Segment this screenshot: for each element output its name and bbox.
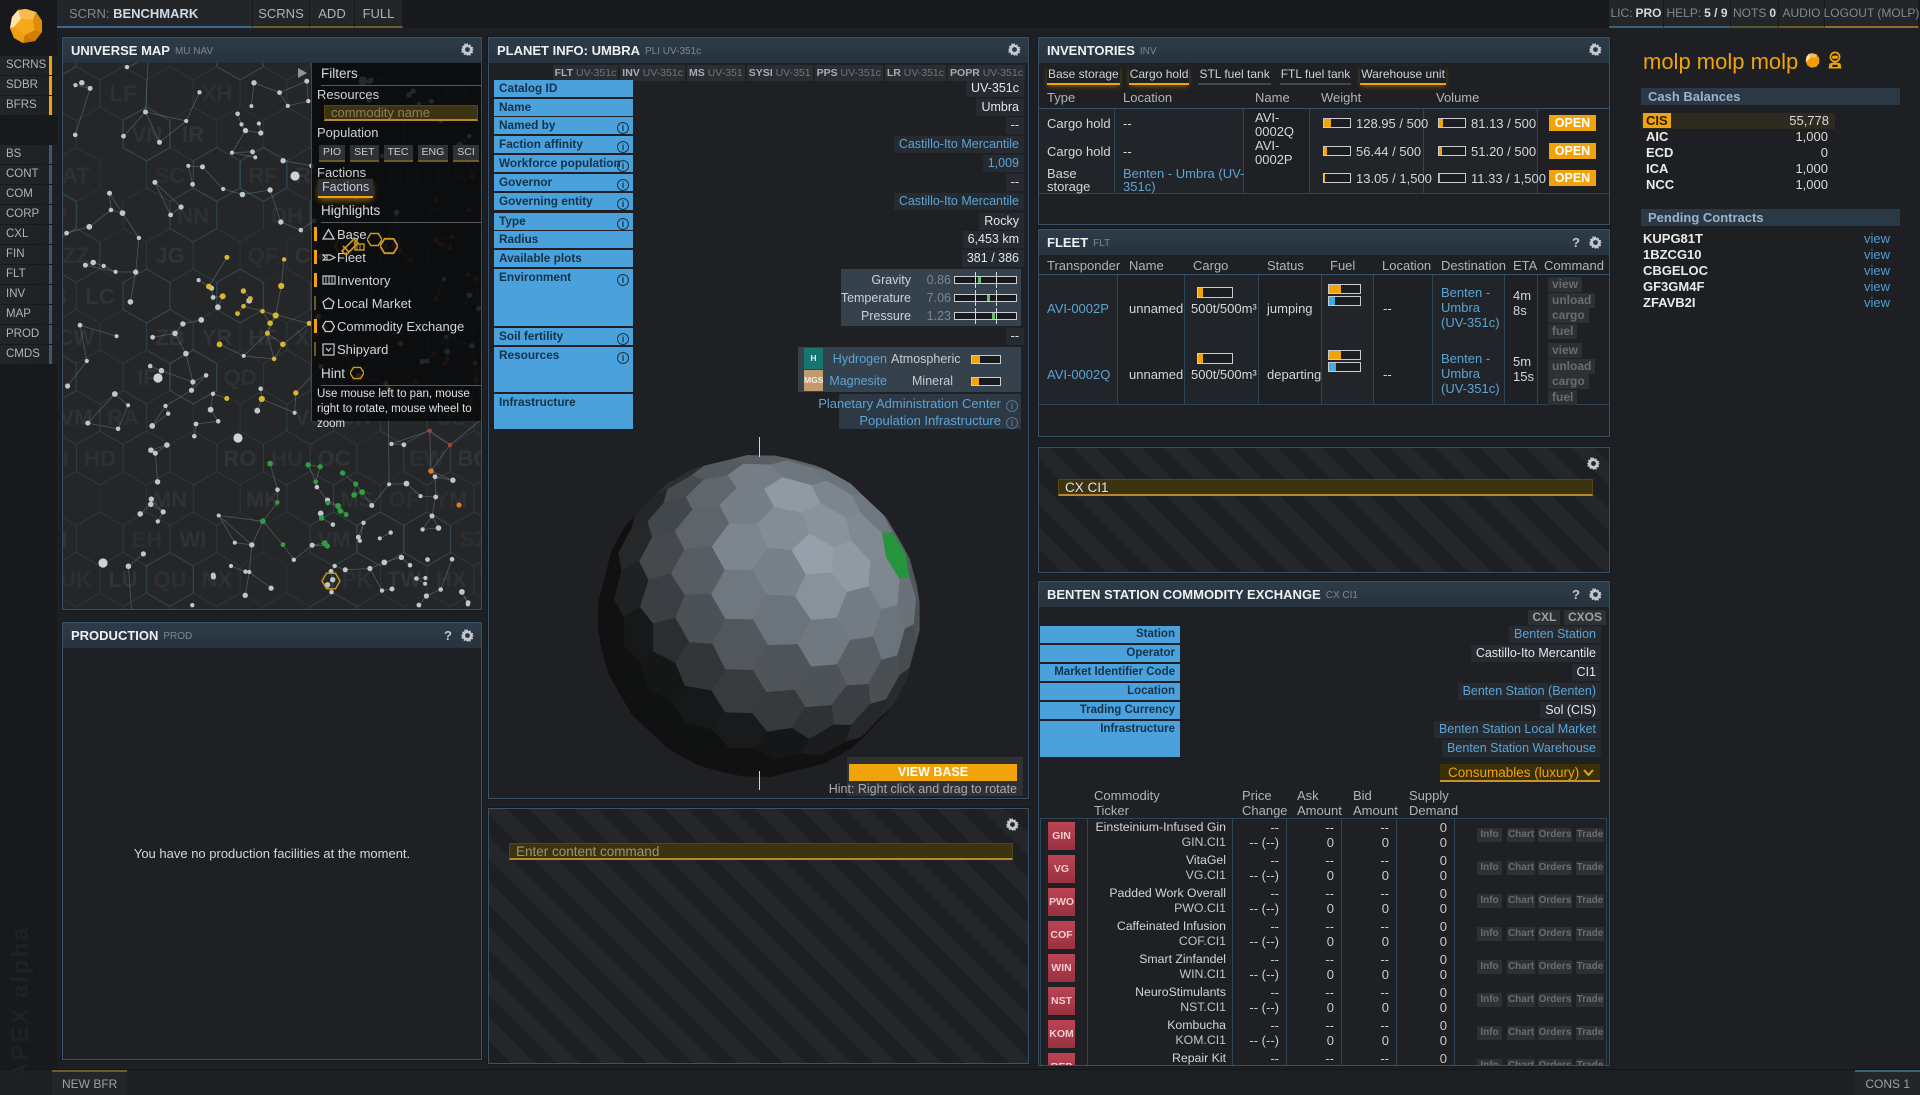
svg-text:UK: UK	[63, 567, 92, 592]
svg-text:CM: CM	[457, 608, 481, 609]
svg-text:HE: HE	[63, 63, 68, 66]
svg-text:VM: VM	[63, 405, 93, 430]
svg-text:LH: LH	[63, 527, 68, 552]
svg-text:RO: RO	[224, 446, 257, 471]
svg-text:LU: LU	[108, 567, 137, 592]
svg-text:EW: EW	[409, 446, 445, 471]
svg-text:VP: VP	[63, 203, 68, 228]
svg-text:MN: MN	[153, 487, 187, 512]
svg-text:YM: YM	[435, 487, 468, 512]
svg-text:NB: NB	[84, 63, 116, 66]
svg-text:HD: HD	[84, 446, 116, 471]
svg-text:TS: TS	[63, 284, 67, 309]
svg-text:VM: VM	[318, 527, 351, 552]
svg-text:XS: XS	[225, 608, 254, 609]
svg-text:YR: YR	[202, 325, 233, 350]
svg-text:MS: MS	[341, 487, 374, 512]
svg-text:QD: QD	[224, 365, 257, 390]
svg-text:QU: QU	[154, 567, 187, 592]
svg-text:LC: LC	[85, 284, 114, 309]
svg-text:ZB: ZB	[155, 325, 184, 350]
svg-text:XH: XH	[202, 81, 233, 106]
svg-text:XR: XR	[85, 608, 116, 609]
svg-text:CW: CW	[63, 325, 95, 350]
svg-text:MK: MK	[246, 487, 280, 512]
svg-text:LF: LF	[110, 81, 137, 106]
svg-text:EH: EH	[132, 527, 163, 552]
svg-text:WI: WI	[180, 527, 207, 552]
svg-text:YP: YP	[365, 608, 394, 609]
svg-text:HJ: HJ	[63, 608, 67, 609]
svg-text:NX: NX	[202, 567, 233, 592]
svg-text:NH: NH	[63, 446, 69, 471]
svg-text:IR: IR	[182, 122, 204, 147]
svg-text:SC: SC	[155, 163, 186, 188]
svg-text:IB: IB	[323, 608, 345, 609]
svg-text:KF: KF	[412, 608, 441, 609]
svg-text:JG: JG	[155, 243, 184, 268]
svg-text:DX: DX	[132, 608, 163, 609]
svg-text:RF: RF	[248, 163, 277, 188]
svg-text:GJ: GJ	[272, 608, 301, 609]
svg-text:HU: HU	[271, 446, 303, 471]
svg-text:QF: QF	[248, 243, 279, 268]
svg-text:AT: AT	[63, 163, 90, 188]
svg-text:SZ: SZ	[460, 527, 481, 552]
svg-text:BG: BG	[458, 446, 482, 471]
svg-text:WP: WP	[479, 567, 481, 592]
